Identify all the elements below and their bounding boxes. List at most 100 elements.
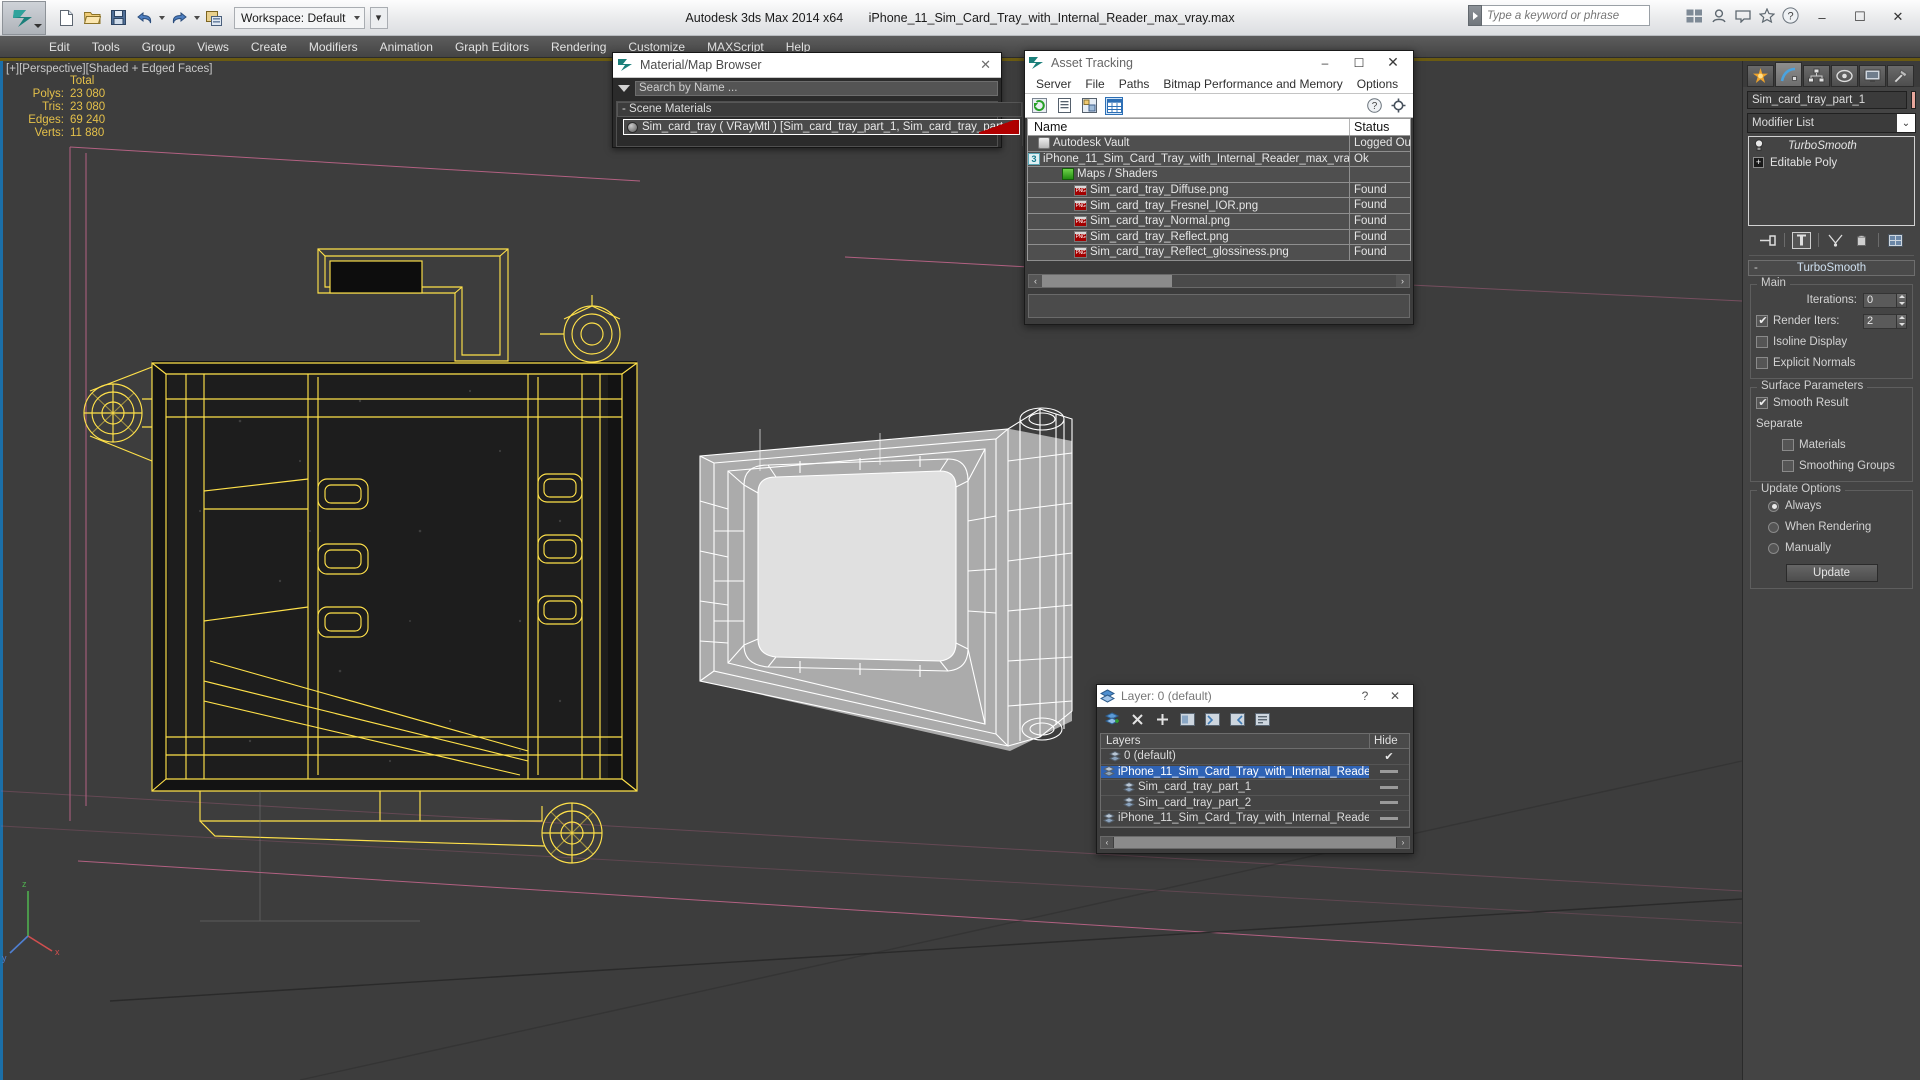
sign-in-icon[interactable] <box>1709 6 1728 25</box>
save-file-button[interactable] <box>106 6 130 30</box>
select-objects-in-layer-icon[interactable] <box>1179 711 1195 727</box>
update-button[interactable]: Update <box>1785 564 1878 582</box>
asset-menu-bitmap-performance-and-memory[interactable]: Bitmap Performance and Memory <box>1156 76 1349 92</box>
modifier-list-dropdown[interactable]: Modifier List ⌄ <box>1747 113 1916 133</box>
menu-item-modifiers[interactable]: Modifiers <box>298 38 369 56</box>
refresh-icon[interactable] <box>1030 97 1048 115</box>
scroll-thumb[interactable] <box>1042 275 1172 287</box>
layer-column-header[interactable]: Layers <box>1101 734 1369 748</box>
layer-row[interactable]: Sim_card_tray_part_2 <box>1101 795 1409 811</box>
help-icon[interactable]: ? <box>1781 6 1800 25</box>
layer-help-button[interactable]: ? <box>1350 689 1380 703</box>
layer-scroll-left-button[interactable]: ‹ <box>1101 837 1113 848</box>
modify-tab[interactable] <box>1775 62 1802 87</box>
layer-hide-cell[interactable] <box>1369 816 1409 820</box>
turbosmooth-rollout-header[interactable]: - TurboSmooth <box>1748 260 1915 276</box>
hide-column-header[interactable]: Hide <box>1369 734 1409 748</box>
minimize-button[interactable]: – <box>1804 4 1840 30</box>
display-tab[interactable] <box>1859 65 1886 87</box>
asset-tracking-maximize-button[interactable]: ☐ <box>1342 52 1376 74</box>
asset-tracking-dialog[interactable]: Asset Tracking – ☐ ✕ Server File Paths Bitm… <box>1024 50 1414 325</box>
asset-menu-paths[interactable]: Paths <box>1112 76 1157 92</box>
qat-overflow-button[interactable]: ▾ <box>369 6 388 29</box>
layer-hide-dash-icon[interactable] <box>1380 801 1398 805</box>
redo-button[interactable] <box>167 6 191 30</box>
layer-row[interactable]: iPhone_11_Sim_Card_Tray_with_Internal_Re… <box>1101 811 1409 827</box>
scene-materials-header[interactable]: - Scene Materials <box>617 102 1023 117</box>
expand-plus-icon[interactable]: + <box>1752 156 1765 169</box>
close-button[interactable]: ✕ <box>1880 4 1916 30</box>
update-manually-radio[interactable] <box>1768 542 1779 554</box>
communication-center-icon[interactable] <box>1733 6 1752 25</box>
set-project-folder-button[interactable] <box>202 6 226 30</box>
motion-tab[interactable] <box>1831 65 1858 87</box>
undo-dropdown-icon[interactable] <box>159 15 165 20</box>
layer-hide-dash-icon[interactable] <box>1380 785 1398 789</box>
layer-row[interactable]: Sim_card_tray_part_1 <box>1101 780 1409 796</box>
layer-row[interactable]: 0 (default) ✔ <box>1101 749 1409 765</box>
asset-tracking-minimize-button[interactable]: – <box>1308 52 1342 74</box>
layer-close-button[interactable]: ✕ <box>1380 689 1410 703</box>
modifier-stack-item-editable-poly[interactable]: + Editable Poly <box>1749 154 1914 171</box>
layer-dialog[interactable]: Layer: 0 (default) ? ✕ Layers Hide 0 (de… <box>1096 684 1414 854</box>
layer-hide-cell[interactable] <box>1369 801 1409 805</box>
separate-materials-checkbox[interactable] <box>1782 439 1794 451</box>
asset-row[interactable]: Sim_card_tray_Reflect.png Found <box>1028 229 1410 246</box>
paths-view-icon[interactable] <box>1080 97 1098 115</box>
exchange-app-icon[interactable] <box>1685 6 1704 25</box>
asset-help-icon[interactable]: ? <box>1365 97 1383 115</box>
layer-hide-dash-icon[interactable] <box>1380 816 1398 820</box>
menu-item-rendering[interactable]: Rendering <box>540 38 617 56</box>
render-iters-spinner-arrows[interactable] <box>1897 313 1907 329</box>
workspace-selector[interactable]: Workspace: Default <box>234 6 365 29</box>
show-end-result-icon[interactable] <box>1792 231 1811 249</box>
separate-smoothing-groups-row[interactable]: Smoothing Groups <box>1756 457 1907 475</box>
render-iters-value[interactable]: 2 <box>1863 313 1897 329</box>
update-option-when-rendering-row[interactable]: When Rendering <box>1756 518 1907 536</box>
create-new-layer-icon[interactable] <box>1104 711 1120 727</box>
iterations-value[interactable]: 0 <box>1863 292 1897 308</box>
application-menu-button[interactable] <box>2 0 46 35</box>
object-color-swatch[interactable] <box>1911 91 1916 109</box>
asset-row[interactable]: Sim_card_tray_Diffuse.png Found <box>1028 182 1410 199</box>
layer-hscrollbar[interactable]: ‹ › <box>1100 836 1410 849</box>
open-file-button[interactable] <box>80 6 104 30</box>
hierarchy-tab[interactable] <box>1803 65 1830 87</box>
scroll-left-button[interactable]: ‹ <box>1029 275 1042 287</box>
asset-row[interactable]: Sim_card_tray_Reflect_glossiness.png Foun… <box>1028 245 1410 261</box>
material-browser-list[interactable]: - Scene Materials Sim_card_tray ( VRayMt… <box>616 101 1034 147</box>
new-file-button[interactable] <box>54 6 78 30</box>
grid-view-icon[interactable] <box>1105 96 1123 115</box>
separate-smoothing-groups-checkbox[interactable] <box>1782 460 1794 472</box>
menu-item-create[interactable]: Create <box>240 38 298 56</box>
menu-item-tools[interactable]: Tools <box>81 38 131 56</box>
lightbulb-icon[interactable] <box>1752 139 1765 152</box>
update-option-always-row[interactable]: Always <box>1756 497 1907 515</box>
scroll-track[interactable] <box>1042 275 1396 287</box>
render-iters-spinner[interactable]: 2 <box>1863 313 1907 329</box>
search-dropdown-icon[interactable] <box>1468 5 1482 26</box>
asset-menu-file[interactable]: File <box>1078 76 1111 92</box>
iterations-spinner[interactable]: 0 <box>1863 292 1907 308</box>
undo-button[interactable] <box>132 6 156 30</box>
layer-hide-dash-icon[interactable] <box>1380 770 1398 774</box>
search-input[interactable] <box>1482 5 1650 26</box>
material-search-input[interactable]: Search by Name ... <box>635 81 998 96</box>
rollout-collapse-icon[interactable]: - <box>1754 261 1758 275</box>
column-header-status[interactable]: Status <box>1350 119 1410 135</box>
menu-item-group[interactable]: Group <box>131 38 186 56</box>
asset-row[interactable]: Sim_card_tray_Fresnel_IOR.png Found <box>1028 198 1410 214</box>
layer-hide-cell[interactable] <box>1369 785 1409 789</box>
explicit-normals-row[interactable]: Explicit Normals <box>1756 354 1907 372</box>
make-unique-icon[interactable] <box>1826 232 1845 249</box>
highlight-selected-objects-icon[interactable] <box>1229 711 1245 727</box>
perspective-viewport[interactable]: [+][Perspective][Shaded + Edged Faces] T… <box>0 61 1742 1080</box>
remove-modifier-icon[interactable] <box>1852 232 1871 249</box>
isoline-display-row[interactable]: Isoline Display <box>1756 333 1907 351</box>
asset-menu-options[interactable]: Options <box>1350 76 1405 92</box>
modifier-list-chevron-down-icon[interactable]: ⌄ <box>1897 114 1915 132</box>
menu-item-graph-editors[interactable]: Graph Editors <box>444 38 540 56</box>
iterations-spinner-arrows[interactable] <box>1897 292 1907 308</box>
layer-scroll-thumb[interactable] <box>1114 837 1396 848</box>
modifier-stack[interactable]: TurboSmooth + Editable Poly <box>1748 136 1915 226</box>
